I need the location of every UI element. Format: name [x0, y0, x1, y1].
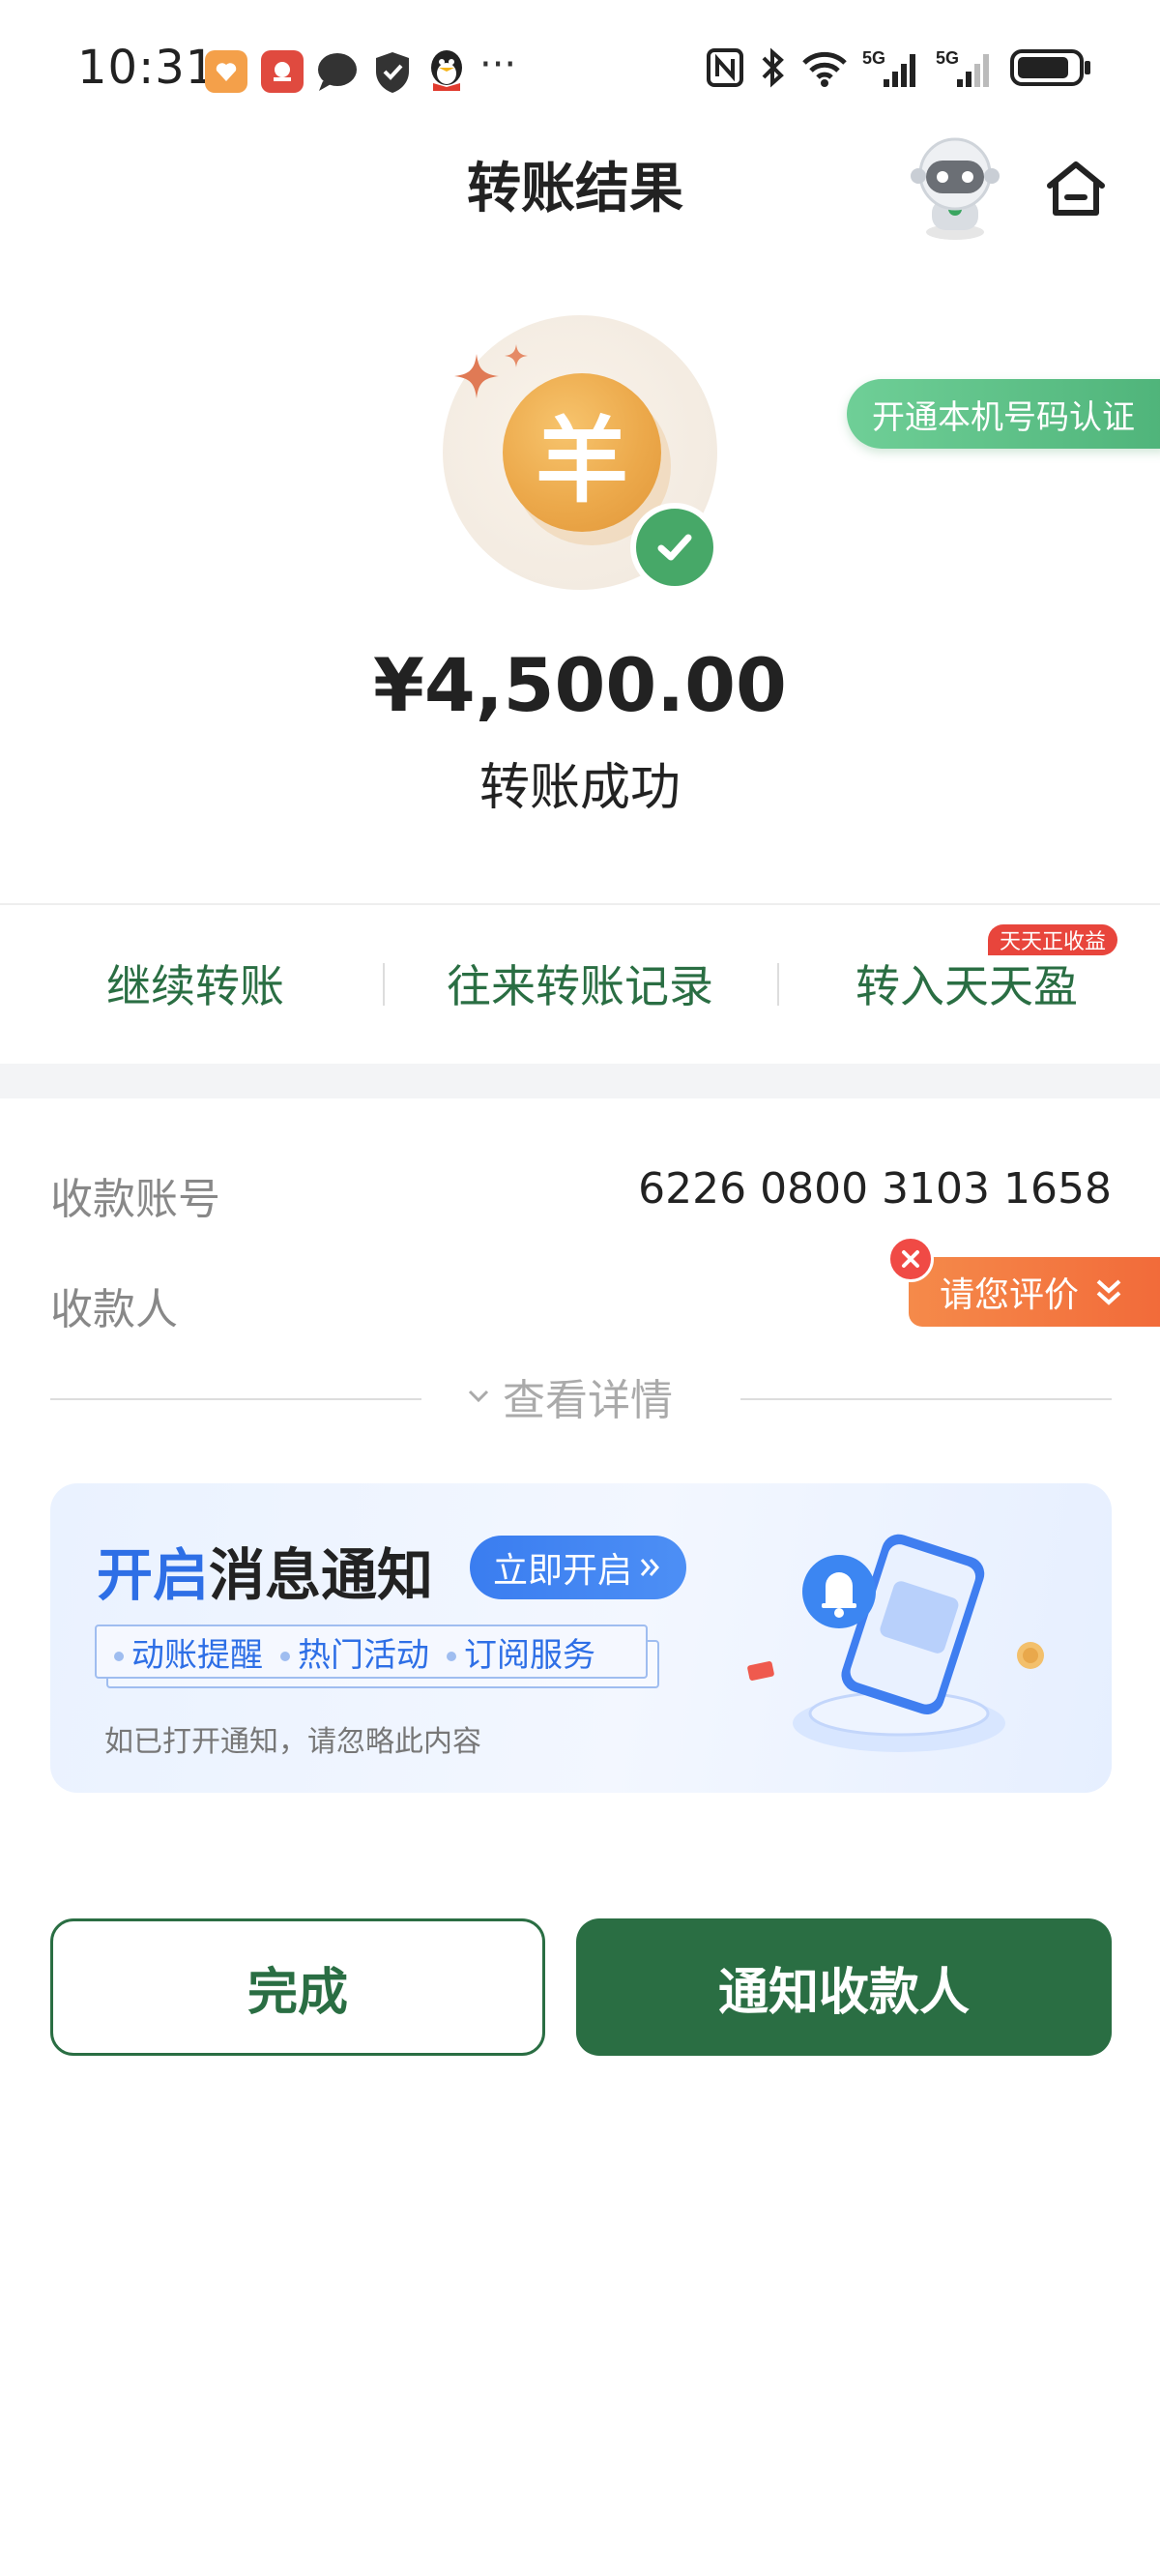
signal-icon: 5G	[862, 48, 915, 87]
check-icon	[630, 503, 719, 592]
assistant-robot-icon[interactable]	[899, 132, 1011, 244]
nfc-icon	[707, 48, 743, 87]
banner-tag: 动账提醒	[114, 1628, 263, 1676]
phone-bell-illustration	[744, 1508, 1063, 1770]
message-icon	[315, 50, 360, 97]
svg-text:5G: 5G	[936, 48, 959, 68]
chevron-down-icon	[1096, 1279, 1121, 1305]
rate-us-button[interactable]: 请您评价	[909, 1257, 1160, 1327]
app-notification-icon	[205, 50, 247, 93]
payee-label: 收款人	[50, 1285, 178, 1334]
currency-glyph: 羊	[536, 406, 628, 515]
rate-us-label: 请您评价	[940, 1275, 1080, 1315]
phone-verify-tag[interactable]: 开通本机号码认证	[847, 379, 1160, 449]
notify-payee-button[interactable]: 通知收款人	[576, 1918, 1112, 2056]
battery-icon	[1010, 49, 1090, 86]
account-label: 收款账号	[50, 1175, 220, 1224]
transfer-history-link[interactable]: 往来转账记录	[425, 951, 735, 1015]
more-notifications-icon: ···	[479, 43, 517, 87]
signal-icon: 5G	[936, 48, 989, 87]
divider	[50, 1398, 421, 1400]
svg-text:5G: 5G	[862, 48, 885, 68]
sparkle-icon	[505, 344, 528, 371]
continue-transfer-link[interactable]: 继续转账	[70, 951, 321, 1015]
transfer-status: 转账成功	[478, 759, 681, 817]
wifi-icon	[802, 51, 847, 87]
app-notification-icon	[261, 50, 304, 93]
view-details-label: 查看详情	[503, 1376, 673, 1425]
enable-now-label: 立即开启	[493, 1551, 633, 1591]
banner-tag: 热门活动	[280, 1628, 429, 1676]
bluetooth-icon	[762, 47, 784, 88]
enable-now-button[interactable]: 立即开启	[470, 1536, 687, 1599]
banner-note: 如已打开通知，请忽略此内容	[104, 1725, 481, 1759]
status-time: 10:31	[77, 41, 217, 95]
divider	[0, 903, 1160, 905]
double-chevron-right-icon	[640, 1559, 660, 1576]
penguin-icon	[425, 46, 468, 99]
banner-tags: 动账提醒 热门活动 订阅服务	[95, 1625, 648, 1679]
divider	[740, 1398, 1112, 1400]
banner-title-rest: 消息通知	[209, 1542, 434, 1608]
status-icons: 5G 5G	[706, 46, 1092, 89]
section-separator	[0, 1064, 1160, 1098]
banner-title-highlight: 开启	[97, 1542, 210, 1608]
close-icon[interactable]	[887, 1236, 934, 1282]
banner-tag: 订阅服务	[447, 1628, 595, 1676]
home-icon[interactable]	[1044, 157, 1108, 220]
status-bar: 10:31 ··· 5G 5G	[0, 0, 1160, 135]
divider	[777, 963, 779, 1006]
banner-title: 开启消息通知	[97, 1530, 433, 1611]
divider	[383, 963, 385, 1006]
view-details-toggle[interactable]: 查看详情	[464, 1365, 673, 1427]
sparkle-icon	[454, 354, 499, 402]
promo-badge: 天天正收益	[988, 924, 1118, 955]
shield-icon	[373, 50, 412, 99]
done-button[interactable]: 完成	[50, 1918, 545, 2056]
account-value: 6226 0800 3103 1658	[638, 1164, 1112, 1214]
transfer-amount: ¥4,500.00	[373, 642, 787, 728]
transfer-in-link[interactable]: 转入天天盈	[831, 951, 1102, 1015]
chevron-down-icon	[468, 1390, 489, 1403]
